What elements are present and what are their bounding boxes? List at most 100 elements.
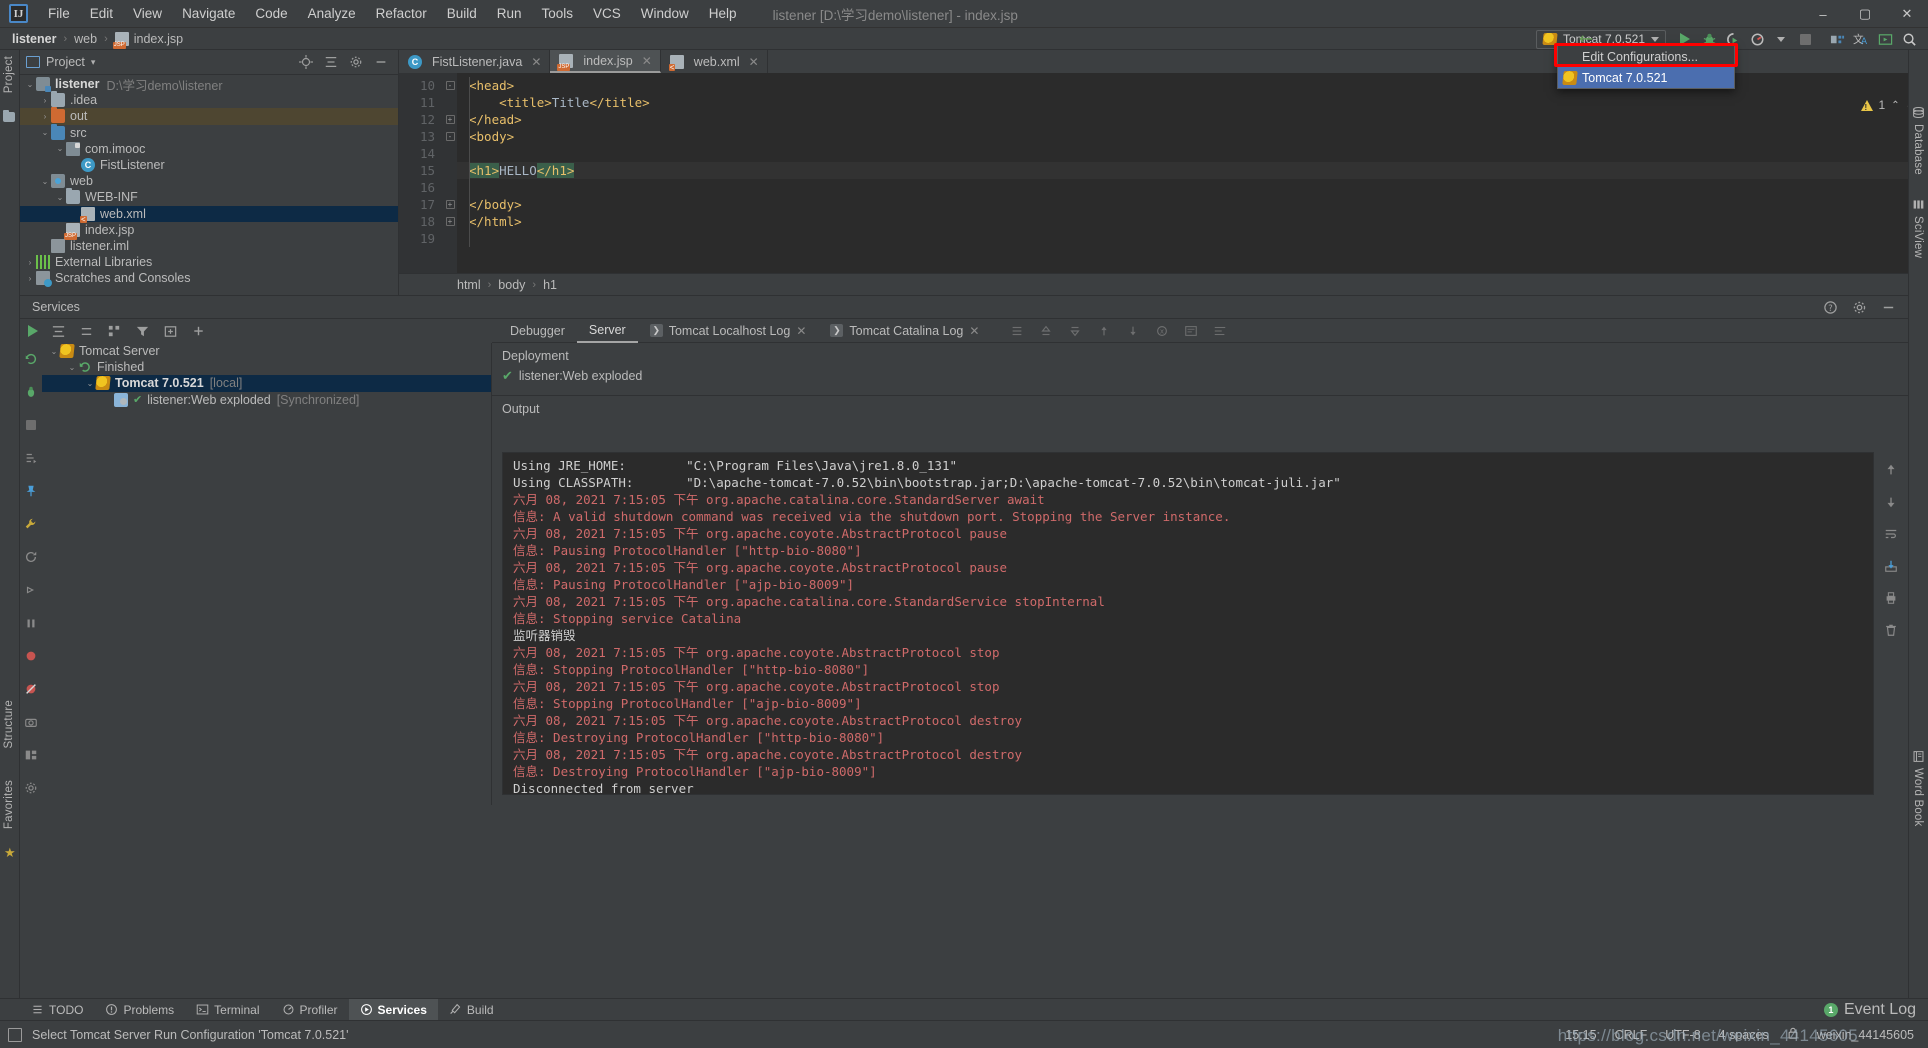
settings-icon[interactable]	[348, 55, 363, 70]
event-log-button[interactable]: Event Log	[1844, 1001, 1916, 1019]
debug-icon[interactable]	[23, 384, 39, 400]
maximize-button[interactable]: ▢	[1844, 0, 1886, 28]
hide-icon[interactable]	[1881, 300, 1896, 315]
help-icon[interactable]: ?	[1823, 300, 1838, 315]
export-icon[interactable]	[1883, 558, 1899, 574]
soft-wrap-icon[interactable]	[1212, 323, 1227, 338]
hide-icon[interactable]	[373, 55, 388, 70]
settings-icon[interactable]	[23, 780, 39, 796]
services-node-Tomcat-Server[interactable]: ⌄ Tomcat Server	[42, 343, 491, 359]
chevron-icon[interactable]: ⌄	[24, 80, 36, 89]
services-node-Tomcat-7-0-521[interactable]: ⌄ Tomcat 7.0.521 [local]	[42, 375, 491, 392]
scroll-down-icon[interactable]	[1883, 494, 1899, 510]
close-button[interactable]: ✕	[1886, 0, 1928, 28]
fold-toggle-icon[interactable]: +	[445, 115, 455, 124]
close-icon[interactable]: ✕	[969, 324, 979, 338]
chevron-icon[interactable]: ⌄	[54, 193, 66, 202]
file-encoding[interactable]: UTF-8	[1665, 1028, 1700, 1042]
collapse-all-icon[interactable]	[323, 55, 338, 70]
translate-button[interactable]: 文A	[1850, 29, 1872, 49]
breakpoint-icon[interactable]	[23, 648, 39, 664]
align-icon[interactable]	[1009, 323, 1024, 338]
console-tab-Server[interactable]: Server	[576, 319, 638, 343]
locate-icon[interactable]	[298, 55, 313, 70]
tool-button-project[interactable]: Project	[3, 56, 15, 93]
chevron-up-icon[interactable]: ⌃	[1891, 100, 1899, 111]
notification-icon[interactable]	[8, 1027, 22, 1042]
tree-node--idea[interactable]: › .idea	[20, 91, 398, 108]
menu-item-help[interactable]: Help	[699, 2, 747, 25]
tool-button-sciview[interactable]: SciView	[1912, 216, 1924, 258]
preview-button[interactable]	[1874, 29, 1896, 49]
add-tab-icon[interactable]	[163, 324, 178, 339]
run-icon[interactable]	[28, 325, 38, 337]
expand-all-icon[interactable]	[51, 324, 66, 339]
scroll-up-icon[interactable]	[1883, 462, 1899, 478]
menu-item-window[interactable]: Window	[631, 2, 699, 25]
console-tab-Tomcat-Localhost-Log[interactable]: ❯ Tomcat Localhost Log ✕	[638, 319, 819, 343]
services-node-listener-Web-exploded[interactable]: › ✔ listener:Web exploded [Synchronized]	[42, 392, 491, 408]
up-stack-icon[interactable]	[1038, 323, 1053, 338]
services-node-Finished[interactable]: ⌄ Finished	[42, 359, 491, 375]
fold-toggle-icon[interactable]: +	[445, 217, 455, 226]
menu-item-tools[interactable]: Tools	[532, 2, 584, 25]
filter-icon[interactable]	[135, 324, 150, 339]
menu-item-view[interactable]: View	[123, 2, 172, 25]
console-tab-Debugger[interactable]: Debugger	[498, 319, 577, 343]
menu-item-build[interactable]: Build	[437, 2, 487, 25]
menu-item-refactor[interactable]: Refactor	[366, 2, 437, 25]
chevron-icon[interactable]: ›	[24, 258, 36, 267]
stop-icon[interactable]	[23, 417, 39, 433]
tool-window-button-todo[interactable]: TODO	[20, 999, 94, 1021]
chevron-icon[interactable]: ›	[39, 112, 51, 121]
tool-button-database[interactable]: Database	[1912, 124, 1924, 175]
editor-tab-FistListener-java[interactable]: C FistListener.java ✕	[399, 50, 551, 73]
stop-button[interactable]	[1794, 29, 1816, 49]
profile-button[interactable]	[1746, 29, 1768, 49]
structure-crumb-h1[interactable]: h1	[543, 278, 557, 292]
add-icon[interactable]	[191, 324, 206, 339]
tree-node-External-Libraries[interactable]: › External Libraries	[20, 254, 398, 270]
rerun-icon[interactable]	[23, 351, 39, 367]
group-icon[interactable]	[107, 324, 122, 339]
tree-node-out[interactable]: › out	[20, 107, 398, 125]
tool-window-button-profiler[interactable]: Profiler	[271, 999, 349, 1021]
close-icon[interactable]: ✕	[749, 55, 759, 69]
tree-node-listener-iml[interactable]: › listener.iml	[20, 238, 398, 254]
services-tree[interactable]: ⌄ Tomcat Server ⌄ Finished ⌄ Tomcat 7.0.521 [l…	[42, 343, 492, 805]
caret-position[interactable]: 15:15	[1565, 1028, 1596, 1042]
close-icon[interactable]: ✕	[796, 324, 806, 338]
chevron-icon[interactable]: ⌄	[48, 347, 60, 356]
project-structure-button[interactable]	[1826, 29, 1848, 49]
menu-item-code[interactable]: Code	[245, 2, 297, 25]
structure-breadcrumb[interactable]: html › body › h1	[399, 273, 1928, 295]
chevron-icon[interactable]: ›	[39, 96, 51, 105]
code-content[interactable]: <head> <title>Title</title> </head> <body>…	[457, 73, 1928, 273]
star-icon[interactable]: ★	[4, 845, 16, 861]
console-tab-Tomcat-Catalina-Log[interactable]: ❯ Tomcat Catalina Log ✕	[818, 319, 991, 343]
run-config-dropdown-menu[interactable]: Edit Configurations... Tomcat 7.0.521	[1557, 45, 1735, 89]
chevron-icon[interactable]: ⌄	[84, 379, 96, 388]
chevron-icon[interactable]: ⌄	[66, 363, 78, 372]
layout-icon[interactable]	[23, 747, 39, 763]
breadcrumb-item-index-jsp[interactable]: index.jsp	[112, 31, 183, 49]
trash-icon[interactable]	[1883, 622, 1899, 638]
structure-crumb-html[interactable]: html	[457, 278, 481, 292]
tree-node-web-xml[interactable]: ›web.xml	[20, 205, 398, 223]
menu-item-file[interactable]: File	[38, 2, 80, 25]
fold-toggle-icon[interactable]: -	[445, 81, 455, 90]
soft-wrap-icon[interactable]	[1883, 526, 1899, 542]
tree-node-com-imooc[interactable]: ⌄ com.imooc	[20, 141, 398, 157]
chevron-icon[interactable]: ›	[24, 274, 36, 283]
chevron-down-icon[interactable]: ▾	[91, 57, 96, 68]
print-icon[interactable]	[1883, 590, 1899, 606]
indent-setting[interactable]: 4 spaces	[1719, 1028, 1769, 1042]
fold-toggle-icon[interactable]: -	[445, 132, 455, 141]
tree-node-listener[interactable]: ⌄ listener D:\学习demo\listener	[20, 76, 398, 93]
dropdown-item-edit-configurations[interactable]: Edit Configurations...	[1558, 46, 1734, 67]
tool-window-button-services[interactable]: Services	[348, 998, 438, 1021]
dropdown-item-tomcat-config[interactable]: Tomcat 7.0.521	[1558, 67, 1734, 88]
step-out-icon[interactable]	[1125, 323, 1140, 338]
fold-gutter[interactable]: - + - + +	[443, 73, 457, 273]
close-icon[interactable]: ✕	[642, 54, 652, 68]
